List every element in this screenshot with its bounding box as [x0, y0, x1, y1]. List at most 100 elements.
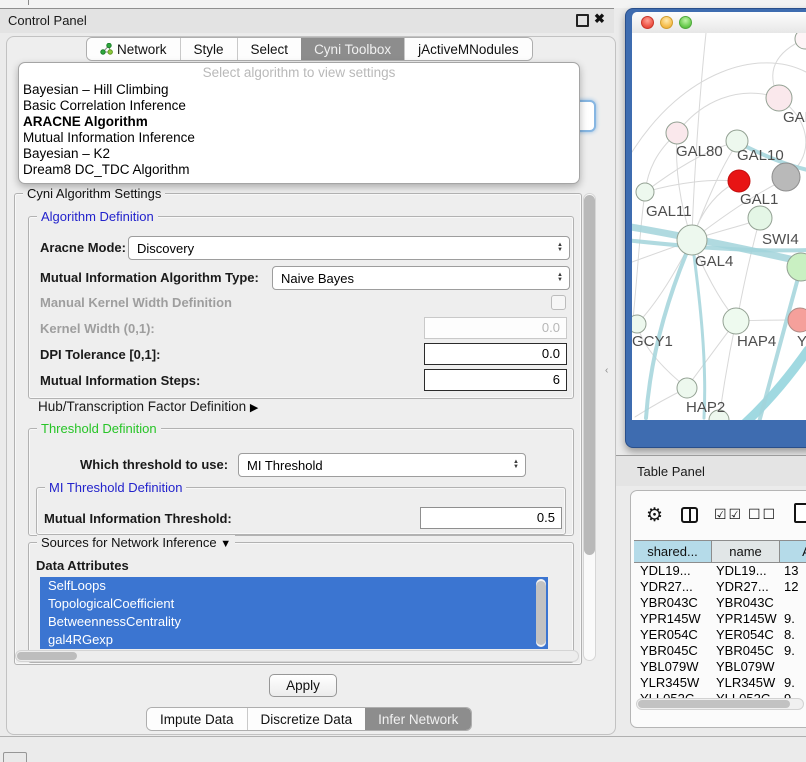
algorithm-option-mutual-information-inference[interactable]: Mutual Information Inference: [19, 130, 579, 146]
splitter-collapse-icon[interactable]: ‹: [605, 365, 608, 376]
node-label-y: Y: [797, 333, 806, 350]
tab-select[interactable]: Select: [237, 38, 302, 60]
minimize-traffic-light-icon[interactable]: [660, 16, 673, 29]
column-header-a[interactable]: A: [780, 541, 806, 562]
zoom-traffic-light-icon[interactable]: [679, 16, 692, 29]
mi-algorithm-type-value: Naive Bayes: [273, 271, 551, 286]
tab-impute-data[interactable]: Impute Data: [147, 708, 247, 730]
tab-label: Network: [117, 42, 167, 57]
mi-threshold-input[interactable]: 0.5: [420, 507, 562, 529]
network-node[interactable]: [728, 170, 750, 192]
table-row[interactable]: YBR045CYBR045C9.: [634, 643, 806, 659]
table-cell: YPR145W: [712, 611, 780, 627]
table-row[interactable]: YBL079WYBL079W: [634, 659, 806, 675]
table-cell: [780, 659, 806, 675]
unselect-all-icon[interactable]: ☐☐: [748, 506, 777, 523]
dpi-tolerance-input[interactable]: 0.0: [424, 343, 567, 365]
tab-network[interactable]: Network: [87, 38, 180, 60]
algorithm-option-bayesian-k2[interactable]: Bayesian – K2: [19, 146, 579, 162]
network-node[interactable]: [795, 33, 806, 49]
tab-label: Impute Data: [160, 712, 234, 727]
document-icon[interactable]: [794, 503, 806, 523]
settings-horizontal-scrollbar[interactable]: [15, 650, 579, 662]
attribute-item-betweennesscentrality[interactable]: BetweennessCentrality: [40, 613, 548, 631]
tab-discretize-data[interactable]: Discretize Data: [247, 708, 366, 730]
table-row[interactable]: YPR145WYPR145W9.: [634, 611, 806, 627]
algorithm-option-bayesian-hill-climbing[interactable]: Bayesian – Hill Climbing: [19, 82, 579, 98]
which-threshold-select[interactable]: MI Threshold ▲▼: [238, 453, 526, 477]
network-node[interactable]: [636, 183, 654, 201]
tab-label: Select: [251, 42, 289, 57]
table-cell: 9.: [780, 643, 806, 659]
expander-open-icon: ▼: [220, 538, 231, 550]
table-row[interactable]: YDL19...YDL19...13: [634, 563, 806, 579]
network-node[interactable]: [766, 85, 792, 111]
spinner-arrows-icon: ▲▼: [551, 273, 569, 283]
columns-icon[interactable]: [681, 507, 698, 523]
aracne-mode-value: Discovery: [129, 241, 551, 256]
network-window-titlebar[interactable]: [632, 12, 806, 33]
tab-cyni-toolbox[interactable]: Cyni Toolbox: [301, 38, 404, 60]
close-traffic-light-icon[interactable]: [641, 16, 654, 29]
desktop: Control Panel ✖ Network Style Select Cyni T…: [0, 0, 806, 762]
sources-group-title[interactable]: Sources for Network Inference ▼: [37, 535, 235, 550]
tab-jactivemnodules[interactable]: jActiveMNodules: [404, 38, 532, 60]
attribute-item-topologicalcoefficient[interactable]: TopologicalCoefficient: [40, 595, 548, 613]
algorithm-option-basic-correlation-inference[interactable]: Basic Correlation Inference: [19, 98, 579, 114]
hub-definition-label: Hub/Transcription Factor Definition: [38, 399, 246, 414]
float-window-icon[interactable]: [576, 14, 589, 27]
column-header-name[interactable]: name: [712, 541, 780, 562]
network-canvas[interactable]: GALGAL80GAL10GAL11GAL1SWI4GAL4GCY1HAP4YH…: [632, 33, 806, 420]
control-panel-title: Control Panel: [8, 13, 87, 28]
kernel-width-label: Kernel Width (0,1):: [40, 321, 155, 336]
expander-collapsed-icon: ▶: [250, 402, 258, 414]
tab-style[interactable]: Style: [180, 38, 237, 60]
mi-steps-input[interactable]: 6: [424, 369, 567, 391]
network-node[interactable]: [677, 378, 697, 398]
column-header-shared[interactable]: shared...: [634, 541, 712, 562]
table-row[interactable]: YLR345WYLR345W9.: [634, 675, 806, 691]
which-threshold-value: MI Threshold: [239, 458, 507, 473]
apply-button[interactable]: Apply: [269, 674, 337, 697]
table-horizontal-scrollbar-thumb[interactable]: [638, 700, 790, 708]
gear-icon[interactable]: ⚙: [646, 504, 663, 527]
threshold-definition-title: Threshold Definition: [37, 421, 161, 436]
tab-infer-network[interactable]: Infer Network: [365, 708, 471, 730]
settings-vertical-scrollbar-thumb[interactable]: [584, 195, 595, 555]
top-strip: [0, 0, 806, 8]
aracne-mode-select[interactable]: Discovery ▲▼: [128, 236, 570, 260]
network-node[interactable]: [677, 225, 707, 255]
select-all-icon[interactable]: ☑☑: [714, 506, 743, 523]
attribute-item-gal4rgexp[interactable]: gal4RGexp: [40, 631, 548, 649]
table-cell: YDR27...: [634, 579, 712, 595]
attributes-scrollbar-thumb[interactable]: [536, 581, 546, 645]
node-label-gal: GAL: [783, 109, 806, 126]
network-node[interactable]: [772, 163, 800, 191]
tab-label: jActiveMNodules: [418, 42, 519, 57]
close-icon[interactable]: ✖: [594, 11, 605, 27]
table-row[interactable]: YDR27...YDR27...12: [634, 579, 806, 595]
table-row[interactable]: YER054CYER054C8.: [634, 627, 806, 643]
network-node[interactable]: [723, 308, 749, 334]
network-edge: [637, 248, 688, 324]
network-node[interactable]: [666, 122, 688, 144]
mi-algorithm-type-select[interactable]: Naive Bayes ▲▼: [272, 266, 570, 290]
settings-horizontal-scrollbar-thumb[interactable]: [17, 652, 77, 660]
network-node[interactable]: [748, 206, 772, 230]
data-attributes-label: Data Attributes: [36, 558, 129, 573]
table-cell: 12: [780, 579, 806, 595]
table-row[interactable]: YBR043CYBR043C: [634, 595, 806, 611]
table-cell: 9.: [780, 675, 806, 691]
network-edge: [738, 218, 760, 315]
sources-title-text: Sources for Network Inference: [41, 535, 217, 550]
hub-definition-expander[interactable]: Hub/Transcription Factor Definition ▶: [38, 399, 258, 414]
table-cell: YBR045C: [634, 643, 712, 659]
manual-kernel-width-checkbox[interactable]: [551, 295, 566, 310]
algorithm-dropdown-placeholder: Select algorithm to view settings: [19, 64, 579, 82]
attribute-item-selfloops[interactable]: SelfLoops: [40, 577, 548, 595]
algorithm-option-dream8-dc-tdc-algorithm[interactable]: Dream8 DC_TDC Algorithm: [19, 162, 579, 178]
network-node[interactable]: [632, 315, 646, 333]
algorithm-option-aracne-algorithm[interactable]: ARACNE Algorithm: [19, 114, 579, 130]
kernel-width-input: 0.0: [424, 317, 567, 339]
bottom-left-mini-button[interactable]: [3, 752, 27, 762]
